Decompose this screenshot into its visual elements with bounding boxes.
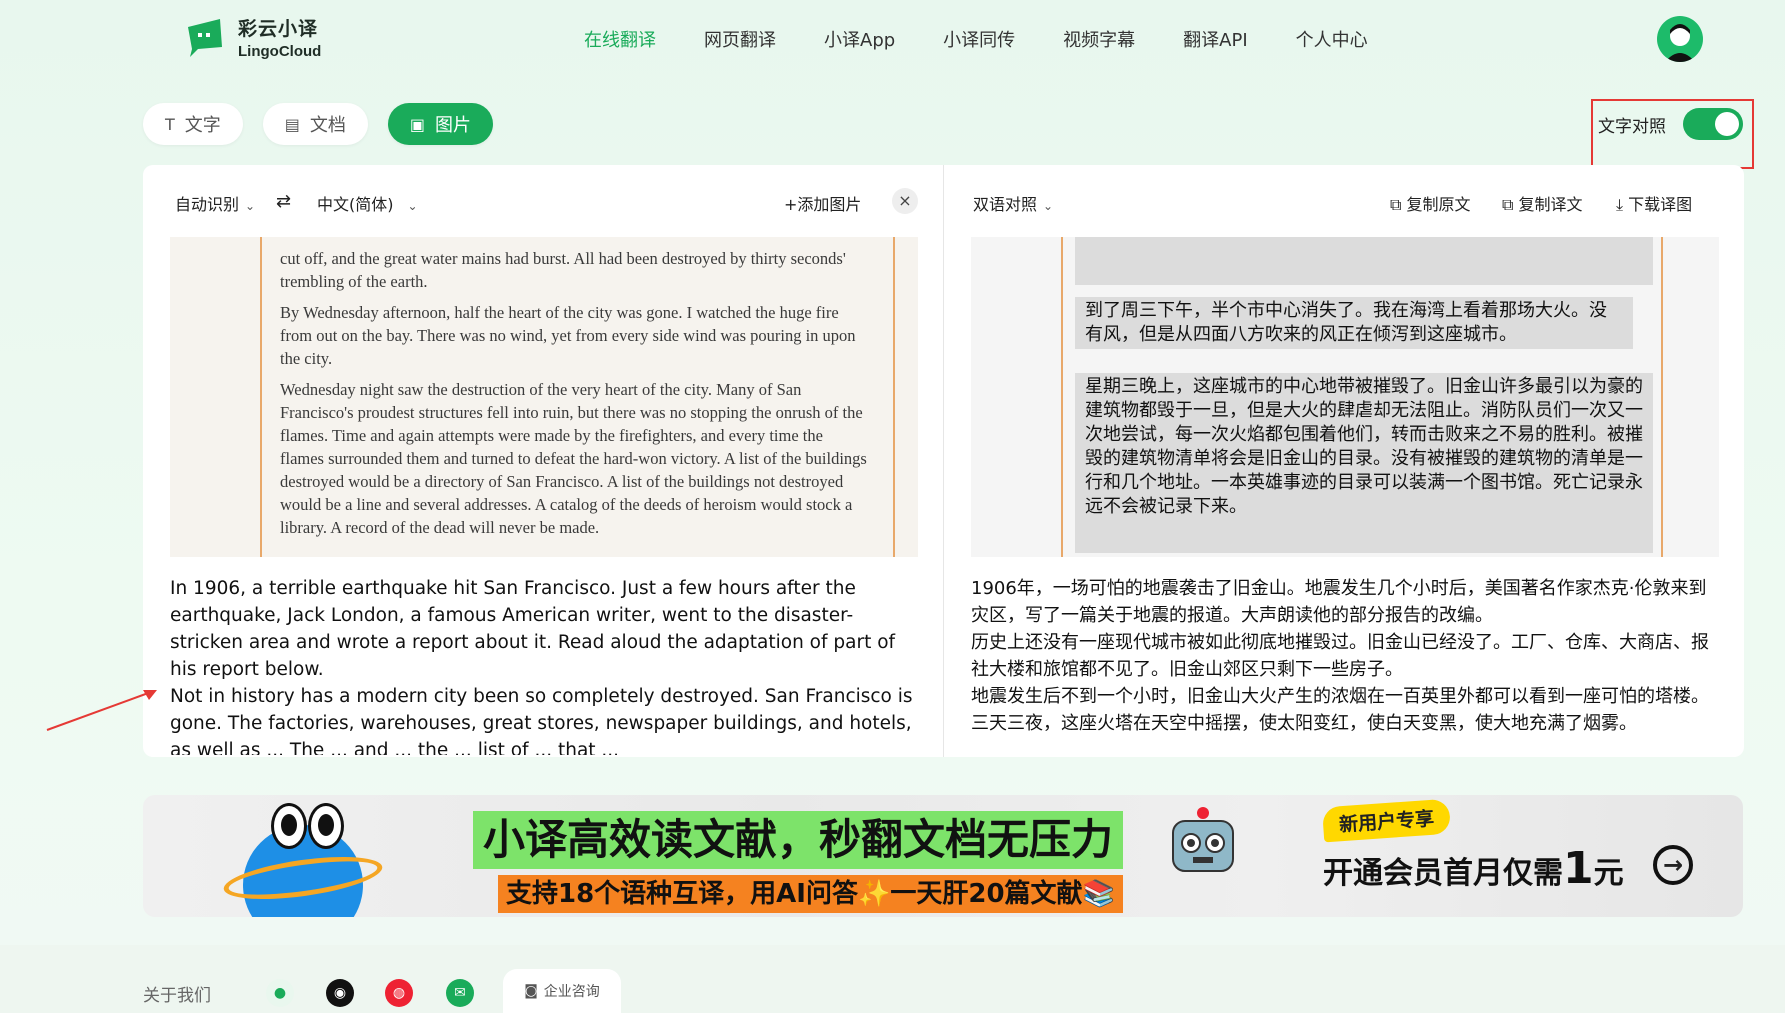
source-lang-label: 自动识别	[175, 195, 240, 214]
copy-translation-button[interactable]: ⧉ 复制译文	[1502, 191, 1583, 215]
source-text-area[interactable]: In 1906, a terrible earthquake hit San F…	[170, 575, 920, 755]
nav-online-translate[interactable]: 在线翻译	[584, 26, 656, 52]
avatar[interactable]	[1657, 16, 1703, 62]
source-image-text: cut off, and the great water mains had b…	[280, 247, 870, 547]
translated-image: 到了周三下午，半个市中心消失了。我在海湾上看着那场大火。没有风，但是从四面八方吹…	[971, 237, 1719, 557]
nav-web-translate[interactable]: 网页翻译	[704, 26, 776, 52]
promo-banner[interactable]: 小译高效读文献，秒翻文档无压力 支持18个语种互译，用AI问答✨一天肝20篇文献…	[143, 795, 1743, 917]
page-edge-line	[1661, 237, 1663, 557]
page-edge-line	[893, 237, 895, 557]
source-lang-select[interactable]: 自动识别 ⌄	[175, 191, 255, 215]
add-image-button[interactable]: +添加图片	[784, 191, 861, 215]
document-icon: ▤	[284, 114, 300, 134]
enterprise-label: 企业咨询	[543, 984, 600, 1000]
tab-image[interactable]: ▣ 图片	[387, 103, 494, 145]
source-image: cut off, and the great water mains had b…	[170, 237, 918, 557]
translated-image-paragraph: 到了周三下午，半个市中心消失了。我在海湾上看着那场大火。没有风，但是从四面八方吹…	[1075, 297, 1633, 349]
source-toolbar: 自动识别 ⌄ ⇄ 中文(简体) ⌄ +添加图片 ×	[143, 165, 943, 237]
promo-text: 开通会员首月仅需1元	[1323, 843, 1624, 894]
swap-lang-icon[interactable]: ⇄	[276, 191, 291, 212]
footer-about-link[interactable]: 关于我们	[143, 981, 211, 1006]
header: 彩云小译 LingoCloud 在线翻译 网页翻译 小译App 小译同传 视频字…	[0, 0, 1785, 80]
copy-source-label: 复制原文	[1406, 195, 1471, 214]
download-label: 下载译图	[1628, 195, 1693, 214]
image-icon: ▣	[409, 114, 426, 134]
chevron-down-icon: ⌄	[407, 199, 418, 213]
tab-text[interactable]: T 文字	[143, 103, 243, 145]
text-icon: T	[165, 114, 175, 134]
main-nav: 在线翻译 网页翻译 小译App 小译同传 视频字幕 翻译API 个人中心	[584, 26, 1416, 52]
view-mode-select[interactable]: 双语对照 ⌄	[973, 191, 1053, 215]
target-lang-select[interactable]: 中文(简体) ⌄	[317, 191, 418, 215]
promo-number: 1	[1563, 843, 1594, 894]
footer: 关于我们 ● ◉ ◍ ✉ ◙ 企业咨询	[0, 945, 1785, 1013]
nav-app[interactable]: 小译App	[824, 26, 895, 52]
banner-subline: 支持18个语种互译，用AI问答✨一天肝20篇文献📚	[498, 875, 1123, 913]
mascot-pupil	[318, 814, 334, 836]
download-button[interactable]: ⤓ 下载译图	[1616, 191, 1692, 215]
source-panel: 自动识别 ⌄ ⇄ 中文(简体) ⌄ +添加图片 × cut off, and the…	[143, 165, 943, 757]
brand-name-en: LingoCloud	[238, 43, 322, 60]
mascot-eye	[308, 803, 344, 849]
nav-video-subtitles[interactable]: 视频字幕	[1063, 26, 1135, 52]
mode-tabs: T 文字 ▤ 文档 ▣ 图片	[143, 103, 494, 145]
copy-source-button[interactable]: ⧉ 复制原文	[1390, 191, 1471, 215]
close-icon[interactable]: ×	[892, 188, 918, 214]
translation-toolbar: 双语对照 ⌄ ⧉ 复制原文 ⧉ 复制译文 ⤓ 下载译图	[944, 165, 1744, 237]
mascot-eye	[271, 803, 307, 849]
nav-simultaneous[interactable]: 小译同传	[943, 26, 1015, 52]
translation-text-paragraph: 地震发生后不到一个小时，旧金山大火产生的浓烟在一百英里外都可以看到一座可怕的塔楼…	[971, 686, 1709, 734]
chevron-down-icon: ⌄	[245, 199, 256, 213]
qq-icon[interactable]: ◉	[326, 979, 354, 1007]
new-user-badge: 新用户专享	[1321, 798, 1452, 843]
translated-image-block	[1075, 237, 1653, 285]
compare-toggle[interactable]	[1683, 108, 1743, 140]
copy-icon: ⧉	[1390, 195, 1407, 214]
nav-api[interactable]: 翻译API	[1183, 26, 1247, 52]
translation-text-paragraph: 历史上还没有一座现代城市被如此彻底地摧毁过。旧金山已经没了。工厂、仓库、大商店、…	[971, 632, 1709, 680]
translation-text-paragraph: 1906年，一场可怕的地震袭击了旧金山。地震发生几个小时后，美国著名作家杰克·伦…	[971, 578, 1707, 626]
translation-text-area[interactable]: 1906年，一场可怕的地震袭击了旧金山。地震发生几个小时后，美国著名作家杰克·伦…	[971, 575, 1721, 755]
compare-toggle-label: 文字对照	[1598, 117, 1666, 137]
weibo-icon[interactable]: ◍	[385, 979, 413, 1007]
toggle-knob	[1715, 112, 1739, 136]
translation-panel: 双语对照 ⌄ ⧉ 复制原文 ⧉ 复制译文 ⤓ 下载译图 到了周三下午，半个市中心消…	[944, 165, 1744, 757]
tab-document[interactable]: ▤ 文档	[262, 103, 368, 145]
banner-headline: 小译高效读文献，秒翻文档无压力	[473, 811, 1124, 869]
download-icon: ⤓	[1616, 195, 1629, 214]
source-text-paragraph: In 1906, a terrible earthquake hit San F…	[170, 578, 896, 680]
tab-image-label: 图片	[435, 115, 472, 136]
page-edge-line	[260, 237, 262, 557]
view-mode-label: 双语对照	[973, 195, 1038, 214]
annotation-arrow	[46, 690, 157, 731]
copy-icon: ⧉	[1502, 195, 1519, 214]
tab-text-label: 文字	[184, 115, 221, 136]
email-icon[interactable]: ✉	[446, 979, 474, 1007]
promo-suffix: 元	[1593, 856, 1624, 891]
chevron-down-icon: ⌄	[1043, 199, 1054, 213]
robot-icon	[1172, 807, 1234, 872]
mascot-pupil	[281, 814, 297, 836]
translated-image-paragraph: 星期三晚上，这座城市的中心地带被摧毁了。旧金山许多最引以为豪的建筑物都毁于一旦，…	[1075, 373, 1653, 553]
nav-profile[interactable]: 个人中心	[1296, 26, 1368, 52]
enterprise-consult-button[interactable]: ◙ 企业咨询	[503, 969, 621, 1013]
arrow-right-icon[interactable]: →	[1653, 845, 1693, 885]
logo-icon	[184, 15, 228, 59]
copy-translation-label: 复制译文	[1518, 195, 1583, 214]
brand-name-cn: 彩云小译	[238, 18, 319, 40]
source-text-paragraph: Not in history has a modern city been so…	[170, 686, 913, 755]
source-image-paragraph: By Wednesday afternoon, half the heart o…	[280, 303, 856, 368]
source-image-paragraph: cut off, and the great water mains had b…	[280, 249, 846, 291]
target-lang-label: 中文(简体)	[317, 195, 394, 214]
tab-document-label: 文档	[309, 115, 346, 136]
logo[interactable]: 彩云小译 LingoCloud	[184, 14, 321, 60]
promo-prefix: 开通会员首月仅需	[1323, 856, 1563, 891]
chat-icon: ◙	[524, 983, 538, 999]
page-edge-line	[1061, 237, 1063, 557]
wechat-icon[interactable]: ●	[266, 979, 294, 1007]
source-image-paragraph: Wednesday night saw the destruction of t…	[280, 380, 867, 537]
